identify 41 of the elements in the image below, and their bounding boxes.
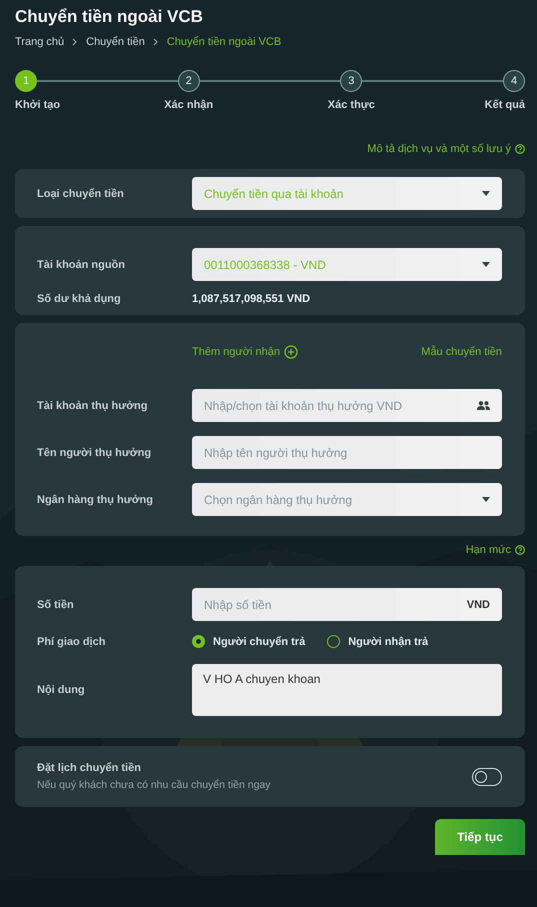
field-label: Phí giao dịch [37, 636, 106, 648]
add-recipient-link[interactable]: Thêm người nhận [192, 345, 298, 359]
schedule-title: Đặt lịch chuyển tiền [37, 762, 142, 774]
step-label: Khởi tạo [15, 99, 60, 111]
field-label: Tài khoản thụ hưởng [37, 400, 148, 412]
limit-link[interactable]: Hạn mức [466, 544, 525, 556]
balance-value: 1,087,517,098,551 VND [192, 293, 310, 305]
radio-label: Người nhận trả [348, 636, 428, 648]
radio-button[interactable] [327, 635, 340, 648]
caret-icon [482, 191, 490, 196]
amount-field[interactable]: Nhập số tiền VND [192, 588, 502, 621]
caret-icon [482, 262, 490, 267]
step-label: Xác thực [328, 99, 375, 111]
step-label: Kết quả [484, 99, 526, 111]
service-info-link[interactable]: Mô tả dịch vụ và một số lưu ý [367, 143, 525, 155]
plus-icon [284, 345, 298, 359]
breadcrumb-link[interactable]: Chuyển tiền ngoài VCB [166, 36, 282, 48]
contacts-icon [477, 401, 490, 410]
field-label: Số dư khả dụng [37, 293, 122, 305]
schedule-description: Nếu quý khách chưa có nhu cầu chuyển tiền ngay [37, 779, 272, 791]
breadcrumb-link[interactable]: Trang chủ [15, 36, 64, 48]
radio-button[interactable] [192, 635, 205, 648]
field-label: Ngân hàng thụ hưởng [37, 494, 154, 506]
radio-label: Người chuyển trả [213, 636, 306, 648]
transfer-template-link[interactable]: Mẫu chuyển tiền [421, 345, 502, 359]
content-field[interactable]: V HO A chuyen khoan [192, 664, 502, 716]
field-label: Số tiền [37, 598, 75, 610]
field-label: Nội dung [37, 684, 86, 696]
field-label: Loại chuyển tiền [37, 188, 125, 200]
caret-icon [482, 497, 490, 502]
field-label: Tên người thụ hưởng [37, 446, 152, 458]
field-label: Tài khoản nguồn [37, 258, 126, 270]
page-title: Chuyển tiền ngoài VCB [15, 6, 204, 28]
step-label: Xác nhận [164, 99, 214, 111]
help-icon [515, 545, 525, 555]
help-icon [515, 144, 525, 154]
chevron-icon [72, 38, 78, 46]
chevron-icon [152, 38, 159, 46]
breadcrumb-link[interactable]: Chuyển tiền [86, 36, 145, 48]
continue-button[interactable]: Tiếp tục [435, 819, 525, 855]
schedule-toggle[interactable] [472, 768, 502, 786]
